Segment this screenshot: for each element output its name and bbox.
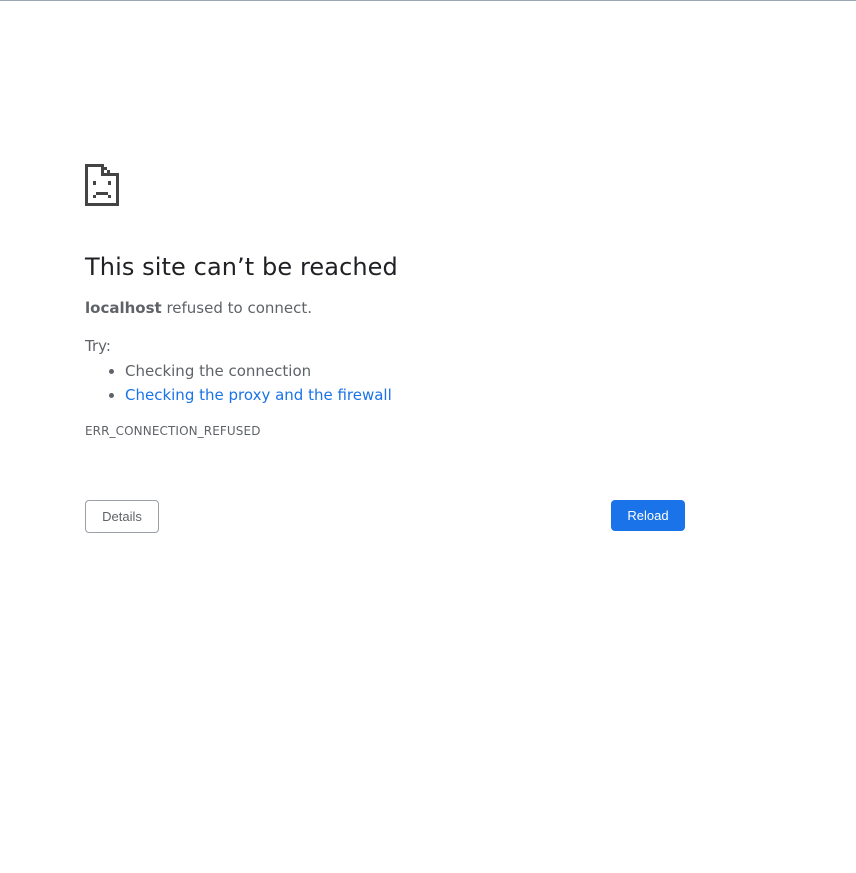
error-code: ERR_CONNECTION_REFUSED [85, 424, 261, 438]
error-summary-text: refused to connect. [161, 299, 313, 317]
suggestions-list: Checking the connection Checking the pro… [85, 359, 685, 407]
action-buttons: Details Reload [85, 500, 685, 534]
error-page: This site can’t be reached localhost ref… [85, 164, 685, 533]
sad-page-icon [85, 164, 119, 206]
suggestion-proxy-firewall-link[interactable]: Checking the proxy and the firewall [125, 386, 392, 404]
page-title: This site can’t be reached [85, 253, 398, 281]
suggestion-item: Checking the proxy and the firewall [125, 383, 685, 407]
suggestion-check-connection: Checking the connection [125, 362, 312, 380]
window-top-border [0, 0, 856, 1]
suggestion-item: Checking the connection [125, 359, 685, 383]
details-button[interactable]: Details [85, 500, 159, 533]
error-host: localhost [85, 299, 162, 317]
reload-button[interactable]: Reload [611, 500, 685, 531]
error-summary: localhost refused to connect. [85, 297, 685, 319]
try-label: Try: [85, 337, 111, 355]
